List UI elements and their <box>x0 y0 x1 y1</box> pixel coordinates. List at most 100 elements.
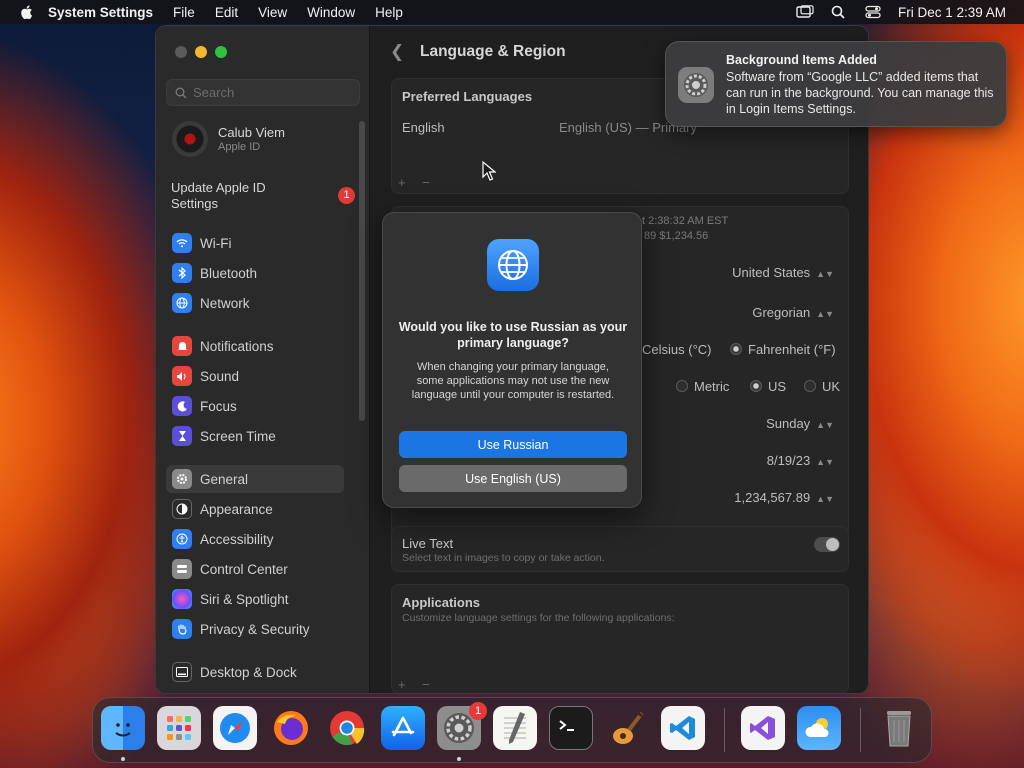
first-day-value: Sunday <box>766 416 811 431</box>
control-center-icon[interactable] <box>864 5 882 19</box>
use-russian-button[interactable]: Use Russian <box>399 431 627 458</box>
sidebar-scrollbar[interactable] <box>359 121 365 421</box>
calendar-select[interactable]: Gregorian ▲▼ <box>752 305 834 320</box>
sidebar-item-label: Screen Time <box>200 428 276 444</box>
close-button[interactable] <box>175 46 187 58</box>
radio-selected-icon <box>750 380 762 392</box>
sidebar-item-appearance[interactable]: Appearance <box>166 495 344 523</box>
sidebar-item-bluetooth[interactable]: Bluetooth <box>166 259 344 287</box>
sidebar-item-network[interactable]: Network <box>166 289 344 317</box>
account-name: Calub Viem <box>218 125 285 140</box>
measurement-us-radio[interactable]: US <box>750 379 786 394</box>
add-application-button[interactable]: + <box>398 677 406 692</box>
sidebar-item-label: Accessibility <box>200 531 274 547</box>
minimize-button[interactable] <box>195 46 207 58</box>
menu-edit[interactable]: Edit <box>215 5 238 20</box>
sidebar-item-focus[interactable]: Focus <box>166 392 344 420</box>
sidebar-item-accessibility[interactable]: Accessibility <box>166 525 344 553</box>
apple-menu-icon[interactable] <box>18 3 36 21</box>
gear-icon <box>172 469 192 489</box>
live-text-toggle[interactable] <box>814 537 840 552</box>
finder-icon[interactable] <box>101 706 145 750</box>
launchpad-icon[interactable] <box>157 706 201 750</box>
menu-help[interactable]: Help <box>375 5 403 20</box>
date-format-select[interactable]: 8/19/23 ▲▼ <box>767 453 834 468</box>
system-settings-running-indicator <box>457 757 461 761</box>
live-text-panel: Live Text Select text in images to copy … <box>391 526 849 572</box>
language-english[interactable]: English <box>402 120 445 135</box>
add-language-button[interactable]: + <box>398 175 406 190</box>
dialog-title: Would you like to use Russian as your pr… <box>398 320 628 350</box>
search-input[interactable]: Search <box>166 79 360 106</box>
dock-separator <box>724 708 725 752</box>
menu-file[interactable]: File <box>173 5 195 20</box>
menu-bar: System Settings File Edit View Window He… <box>0 0 1024 24</box>
chevron-updown-icon: ▲▼ <box>816 420 834 430</box>
temperature-fahrenheit-radio[interactable]: Fahrenheit (°F) <box>730 342 836 357</box>
sidebar-item-sound[interactable]: Sound <box>166 362 344 390</box>
speaker-icon <box>172 366 192 386</box>
visual-studio-icon[interactable] <box>741 706 785 750</box>
remove-language-button[interactable]: − <box>422 175 430 190</box>
sidebar-item-notifications[interactable]: Notifications <box>166 332 344 360</box>
sidebar-item-control-center[interactable]: Control Center <box>166 555 344 583</box>
textedit-icon[interactable] <box>493 706 537 750</box>
trash-icon[interactable] <box>877 706 921 750</box>
sidebar-item-label: Bluetooth <box>200 265 258 281</box>
applications-subtitle: Customize language settings for the foll… <box>402 612 675 624</box>
sidebar-item-label: Siri & Spotlight <box>200 591 289 607</box>
format-preview-number: 89 $1,234.56 <box>644 230 709 242</box>
system-settings-gear-icon <box>678 67 714 103</box>
date-format-value: 8/19/23 <box>766 453 811 468</box>
region-select[interactable]: United States ▲▼ <box>732 265 834 280</box>
firefox-icon[interactable] <box>269 706 313 750</box>
menu-clock[interactable]: Fri Dec 1 2:39 AM <box>898 5 1006 20</box>
vscode-icon[interactable] <box>661 706 705 750</box>
update-apple-id-settings[interactable]: Update Apple ID Settings 1 <box>171 180 361 212</box>
sidebar-item-siri-spotlight[interactable]: Siri & Spotlight <box>166 585 344 613</box>
menu-window[interactable]: Window <box>307 5 355 20</box>
menu-app-name[interactable]: System Settings <box>48 5 153 20</box>
live-text-subtitle: Select text in images to copy or take ac… <box>402 552 605 564</box>
account-subtitle: Apple ID <box>218 141 261 153</box>
sidebar-item-label: Desktop & Dock <box>200 664 297 680</box>
notification-title: Background Items Added <box>726 53 877 67</box>
menu-view[interactable]: View <box>258 5 287 20</box>
sidebar-item-privacy-security[interactable]: Privacy & Security <box>166 615 344 643</box>
remove-application-button[interactable]: − <box>422 677 430 692</box>
radio-selected-icon <box>730 343 742 355</box>
terminal-icon[interactable] <box>549 706 593 750</box>
live-text-title: Live Text <box>402 536 454 551</box>
bell-icon <box>172 336 192 356</box>
moon-icon <box>172 396 192 416</box>
apple-id-account[interactable]: Calub Viem Apple ID <box>172 121 285 157</box>
sidebar-item-desktop-dock[interactable]: Desktop & Dock <box>166 658 344 686</box>
sidebar-item-wifi[interactable]: Wi-Fi <box>166 229 344 257</box>
siri-icon <box>172 589 192 609</box>
region-value: United States <box>732 265 811 280</box>
garageband-icon[interactable] <box>605 706 649 750</box>
spotlight-search-icon[interactable] <box>830 5 848 19</box>
use-english-button[interactable]: Use English (US) <box>399 465 627 492</box>
weather-icon[interactable] <box>797 706 841 750</box>
sidebar-item-general[interactable]: General <box>166 465 344 493</box>
sidebar-item-label: Privacy & Security <box>200 621 310 637</box>
measurement-metric-radio[interactable]: Metric <box>676 379 729 394</box>
chrome-icon[interactable] <box>325 706 369 750</box>
sidebar-item-screen-time[interactable]: Screen Time <box>166 422 344 450</box>
app-store-icon[interactable] <box>381 706 425 750</box>
background-items-notification[interactable]: Background Items Added Software from “Go… <box>665 41 1007 127</box>
first-day-select[interactable]: Sunday ▲▼ <box>766 416 834 431</box>
sidebar: Search Calub Viem Apple ID Update Apple … <box>156 26 370 693</box>
avatar <box>172 121 208 157</box>
safari-icon[interactable] <box>213 706 257 750</box>
system-settings-badge: 1 <box>469 702 487 720</box>
back-chevron-icon[interactable]: ❮ <box>390 42 404 62</box>
chevron-updown-icon: ▲▼ <box>816 494 834 504</box>
measurement-uk-radio[interactable]: UK <box>804 379 840 394</box>
sidebar-item-label: Network <box>200 295 250 311</box>
screen-mirroring-icon[interactable] <box>796 5 814 19</box>
chevron-updown-icon: ▲▼ <box>816 309 834 319</box>
number-format-select[interactable]: 1,234,567.89 ▲▼ <box>734 490 834 505</box>
zoom-button[interactable] <box>215 46 227 58</box>
